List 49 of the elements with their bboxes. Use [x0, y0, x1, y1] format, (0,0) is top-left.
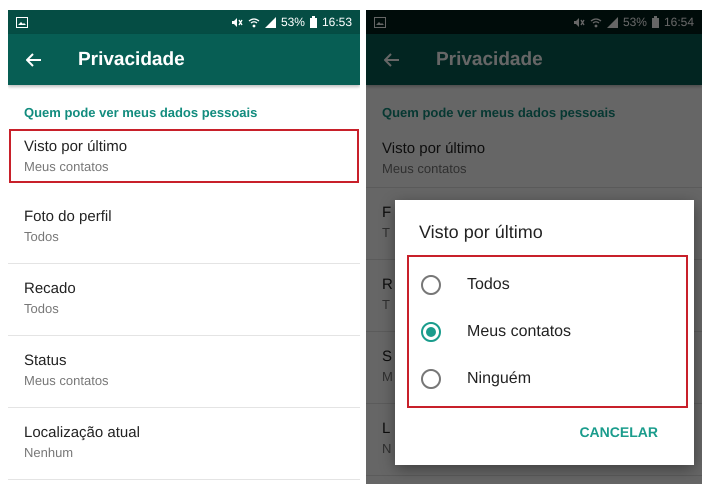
setting-title: Status: [24, 352, 67, 369]
setting-title: F: [382, 204, 392, 221]
status-time: 16:53: [322, 15, 352, 29]
setting-title: R: [382, 276, 393, 293]
wifi-icon: [248, 16, 260, 28]
signal-icon: [264, 16, 276, 28]
status-time: 16:54: [664, 15, 694, 29]
setting-value: Meus contatos: [24, 159, 109, 174]
setting-title: S: [382, 348, 392, 365]
mute-icon: [572, 16, 585, 28]
section-heading: Quem pode ver meus dados pessoais: [23, 104, 258, 122]
setting-item[interactable]: Visto por último Meus contatos: [8, 128, 360, 184]
radio-button[interactable]: [421, 274, 441, 294]
dialog-title: Visto por último: [418, 222, 544, 244]
radio-option[interactable]: Meus contatos: [409, 308, 686, 355]
setting-item[interactable]: Status Meus contatos: [8, 336, 360, 408]
battery-percent: 53%: [280, 15, 305, 29]
battery-icon: [652, 16, 659, 28]
setting-title: Recado: [24, 280, 76, 297]
screen-title: Privacidade: [436, 48, 543, 70]
setting-title: Localização atual: [24, 424, 140, 441]
option-label: Ninguém: [467, 370, 532, 388]
back-icon[interactable]: [26, 52, 42, 66]
battery-icon: [310, 16, 317, 28]
setting-item[interactable]: Localização atual Nenhum: [8, 408, 360, 480]
setting-item[interactable]: Foto do perfil Todos: [8, 192, 360, 264]
setting-value: Nenhum: [24, 445, 74, 460]
setting-title: L: [382, 420, 390, 437]
setting-value: Todos: [24, 301, 59, 316]
screen-title: Privacidade: [78, 48, 185, 70]
setting-value: Meus contatos: [24, 373, 109, 388]
radio-button[interactable]: [421, 322, 441, 342]
image-icon: [374, 16, 386, 28]
image-icon: [16, 16, 28, 28]
setting-title: Visto por último: [24, 138, 128, 155]
radio-option[interactable]: Ninguém: [409, 355, 686, 402]
wifi-icon: [590, 16, 602, 28]
mute-icon: [230, 16, 243, 28]
signal-icon: [606, 16, 618, 28]
option-label: Todos: [467, 276, 510, 294]
setting-title: Visto por último: [382, 140, 486, 157]
setting-title: Foto do perfil: [24, 208, 112, 225]
setting-item[interactable]: Recado Todos: [8, 264, 360, 336]
setting-value: Todos: [24, 229, 59, 244]
radio-button[interactable]: [421, 368, 441, 388]
battery-percent: 53%: [622, 15, 647, 29]
option-label: Meus contatos: [467, 322, 572, 340]
section-heading: Quem pode ver meus dados pessoais: [381, 104, 616, 122]
radio-option[interactable]: Todos: [409, 261, 686, 308]
